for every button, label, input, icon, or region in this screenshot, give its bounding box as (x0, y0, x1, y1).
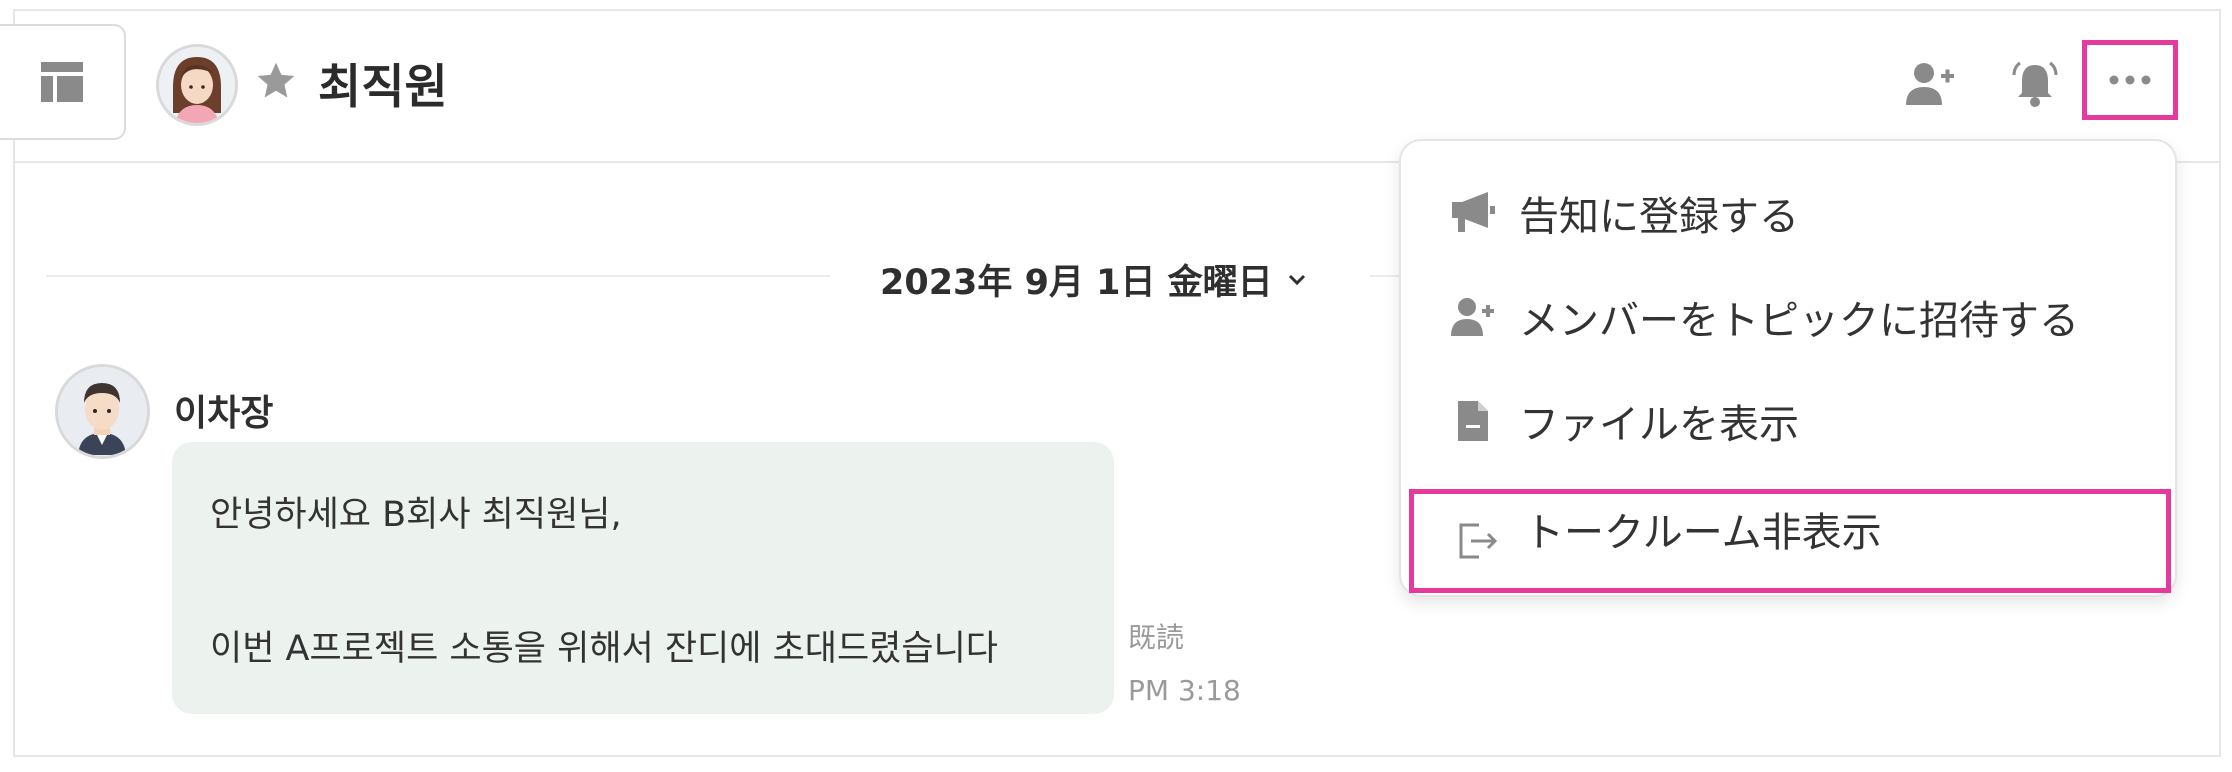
add-member-button[interactable] (1900, 54, 1960, 114)
date-divider-right (1370, 275, 1400, 277)
megaphone-icon (1449, 189, 1497, 237)
sidebar-layout-icon (41, 62, 83, 102)
more-options-menu: 告知に登録する メンバーをトピックに招待する ファイルを表示 トークルーム非表示 (1399, 139, 2177, 597)
sender-avatar[interactable] (55, 364, 150, 459)
message-line: 안녕하세요 B회사 최직원님, (210, 495, 622, 535)
menu-item-register-announcement[interactable]: 告知に登録する (1401, 163, 2175, 263)
more-options-button[interactable] (2082, 40, 2178, 120)
menu-item-label: ファイルを表示 (1519, 402, 1799, 448)
menu-item-label: トークルーム非表示 (1524, 510, 1882, 556)
read-status: 既読 (1128, 621, 1185, 654)
sender-name: 이차장 (174, 393, 274, 434)
file-icon (1449, 397, 1497, 445)
menu-item-invite-members[interactable]: メンバーをトピックに招待する (1401, 267, 2175, 367)
exit-icon (1454, 517, 1502, 565)
date-label: 2023年 9月 1日 金曜日 (880, 263, 1273, 303)
more-horizontal-icon (2109, 75, 2151, 85)
menu-item-view-files[interactable]: ファイルを表示 (1401, 371, 2175, 471)
menu-item-hide-talkroom[interactable]: トークルーム非表示 (1409, 489, 2171, 593)
notification-button[interactable] (2003, 52, 2067, 116)
chevron-down-icon (1288, 274, 1305, 285)
chat-title: 최직원 (318, 60, 448, 115)
add-user-icon (1906, 63, 1954, 105)
bell-icon (2012, 61, 2058, 107)
chat-partner-avatar[interactable] (156, 44, 238, 126)
menu-item-label: メンバーをトピックに招待する (1519, 298, 2079, 344)
message-line: 이번 A프로젝트 소통을 위해서 잔디에 초대드렸습니다 (210, 629, 998, 669)
date-separator[interactable]: 2023年 9月 1日 金曜日 (880, 254, 1307, 305)
date-divider-left (46, 275, 830, 277)
message-time: PM 3:18 (1128, 674, 1241, 707)
add-user-icon (1449, 293, 1497, 341)
menu-item-label: 告知に登録する (1519, 194, 1799, 240)
star-icon[interactable] (254, 59, 298, 103)
sidebar-toggle-button[interactable] (0, 24, 126, 140)
message-bubble[interactable]: 안녕하세요 B회사 최직원님, 이번 A프로젝트 소통을 위해서 잔디에 초대드… (172, 442, 1114, 714)
